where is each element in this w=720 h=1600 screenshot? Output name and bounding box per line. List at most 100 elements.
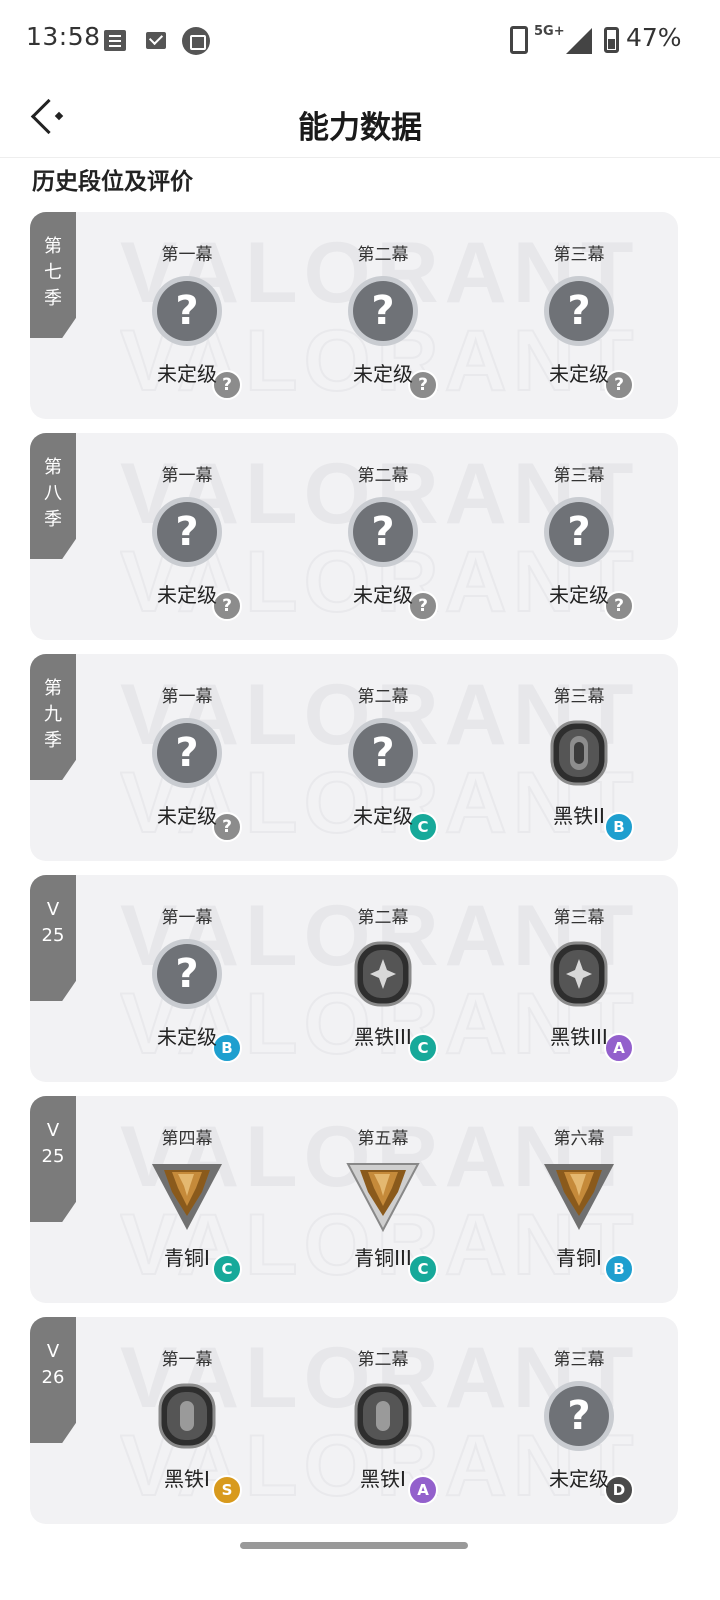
status-bar: 13:58 5G+ 47% [0,0,720,80]
act-item[interactable]: 第三幕 A 黑铁III [504,875,654,1082]
unranked-icon: ? B [150,937,242,1063]
svg-text:?: ? [175,730,198,776]
act-item[interactable]: 第四幕 C 青铜I [112,1096,262,1303]
rank-label: 黑铁I [164,1467,210,1491]
season-tab-char: V [46,1341,60,1362]
season-tab-char: V [46,1120,60,1141]
rank-label: 黑铁III [550,1025,608,1049]
svg-text:?: ? [371,288,394,334]
act-name: 第三幕 [553,1350,605,1370]
app-header: 能力数据 [0,80,720,158]
svg-text:?: ? [371,730,394,776]
iron-rank-icon: A [542,937,634,1063]
act-item[interactable]: 第二幕?? 未定级 [308,433,458,640]
season-tab: V 25 [30,1096,76,1222]
section-title: 历史段位及评价 [32,169,193,195]
act-name: 第二幕 [357,908,409,928]
act-name: 第三幕 [553,908,605,928]
page-title: 能力数据 [298,110,422,146]
season-tab-char: 季 [44,730,62,751]
act-item[interactable]: 第三幕?? 未定级 [504,433,654,640]
rank-label: 黑铁III [354,1025,412,1049]
unranked-icon: ? D [542,1379,634,1505]
svg-text:?: ? [175,509,198,555]
calendar-icon [182,27,210,55]
rank-label: 黑铁II [553,804,605,828]
season-tab-char: 第 [44,678,62,699]
act-item[interactable]: 第五幕 C 青铜III [308,1096,458,1303]
battery-percent: 47% [626,23,682,52]
season-tab-char: V [46,899,60,920]
svg-text:?: ? [567,1393,590,1439]
data-icon [510,26,528,54]
rank-label: 未定级 [157,583,217,607]
rank-label: 未定级 [353,804,413,828]
season-tab: 第八季 [30,433,76,559]
rank-label: 未定级 [353,362,413,386]
unranked-icon: ?? [150,274,242,400]
season-tab-char: 九 [44,704,62,725]
season-card: VALORANT VALORANT V 26 第一幕 S 黑铁I 第二幕 A 黑铁I 第三幕? D… [30,1317,678,1524]
act-name: 第一幕 [161,466,213,486]
svg-text:?: ? [371,509,394,555]
network-type: 5G+ [534,24,565,39]
bronze-rank-icon: C [150,1158,242,1284]
svg-text:?: ? [567,288,590,334]
unranked-icon: ?? [542,274,634,400]
home-indicator[interactable] [240,1542,468,1549]
act-name: 第一幕 [161,245,213,265]
unranked-icon: ?? [346,274,438,400]
season-tab-char: 八 [44,483,62,504]
season-tab-char: 25 [41,1146,65,1167]
act-name: 第二幕 [357,687,409,707]
rank-label: 未定级 [157,362,217,386]
iron-rank-icon: C [346,937,438,1063]
rank-label: 青铜I [556,1246,602,1270]
season-tab-char: 季 [44,288,62,309]
season-card: VALORANT VALORANT 第九季第一幕??未定级第二幕?C未定级第三幕… [30,654,678,861]
act-name: 第二幕 [357,1350,409,1370]
season-tab-char: 季 [44,509,62,530]
season-card: VALORANT VALORANT 第八季第一幕??未定级第二幕??未定级第三幕… [30,433,678,640]
svg-text:?: ? [175,951,198,997]
season-tab-char: 七 [44,262,62,283]
act-name: 第五幕 [357,1129,409,1149]
act-item[interactable]: 第三幕 ? D 未定级 [504,1317,654,1524]
rank-label: 青铜I [164,1246,210,1270]
act-name: 第四幕 [161,1129,213,1149]
season-tab-char: 第 [44,236,62,257]
act-name: 第一幕 [161,908,213,928]
season-tab: 第九季 [30,654,76,780]
season-tab-char: 第 [44,457,62,478]
season-tab: 第七季 [30,212,76,338]
act-item[interactable]: 第三幕 B 黑铁II [504,654,654,861]
act-item[interactable]: 第二幕 ? C 未定级 [308,654,458,861]
season-card: VALORANT VALORANT V 25 第一幕? B 未定级 第二幕 C 黑铁III 第三… [30,875,678,1082]
act-item[interactable]: 第一幕?? 未定级 [112,212,262,419]
act-item[interactable]: 第一幕?? 未定级 [112,654,262,861]
rank-label: 青铜III [354,1246,412,1270]
bronze-rank-icon: C [346,1158,438,1284]
act-item[interactable]: 第一幕?? 未定级 [112,433,262,640]
act-name: 第三幕 [553,466,605,486]
season-card: VALORANT VALORANT V 25 第四幕 C 青铜I 第五幕 C 青铜III 第六幕… [30,1096,678,1303]
iron-rank-icon: B [542,716,634,842]
act-item[interactable]: 第一幕 ? B 未定级 [112,875,262,1082]
act-item[interactable]: 第六幕 B 青铜I [504,1096,654,1303]
status-time: 13:58 [26,22,101,51]
act-item[interactable]: 第二幕 C 黑铁III [308,875,458,1082]
act-item[interactable]: 第三幕?? 未定级 [504,212,654,419]
rank-label: 未定级 [549,362,609,386]
act-name: 第一幕 [161,687,213,707]
unranked-icon: ? C [346,716,438,842]
act-name: 第二幕 [357,245,409,265]
act-item[interactable]: 第二幕?? 未定级 [308,212,458,419]
rank-label: 未定级 [157,1025,217,1049]
act-item[interactable]: 第一幕 S 黑铁I [112,1317,262,1524]
unranked-icon: ?? [346,495,438,621]
act-name: 第三幕 [553,245,605,265]
battery-icon [604,27,619,53]
act-name: 第六幕 [553,1129,605,1149]
rank-label: 黑铁I [360,1467,406,1491]
act-item[interactable]: 第二幕 A 黑铁I [308,1317,458,1524]
